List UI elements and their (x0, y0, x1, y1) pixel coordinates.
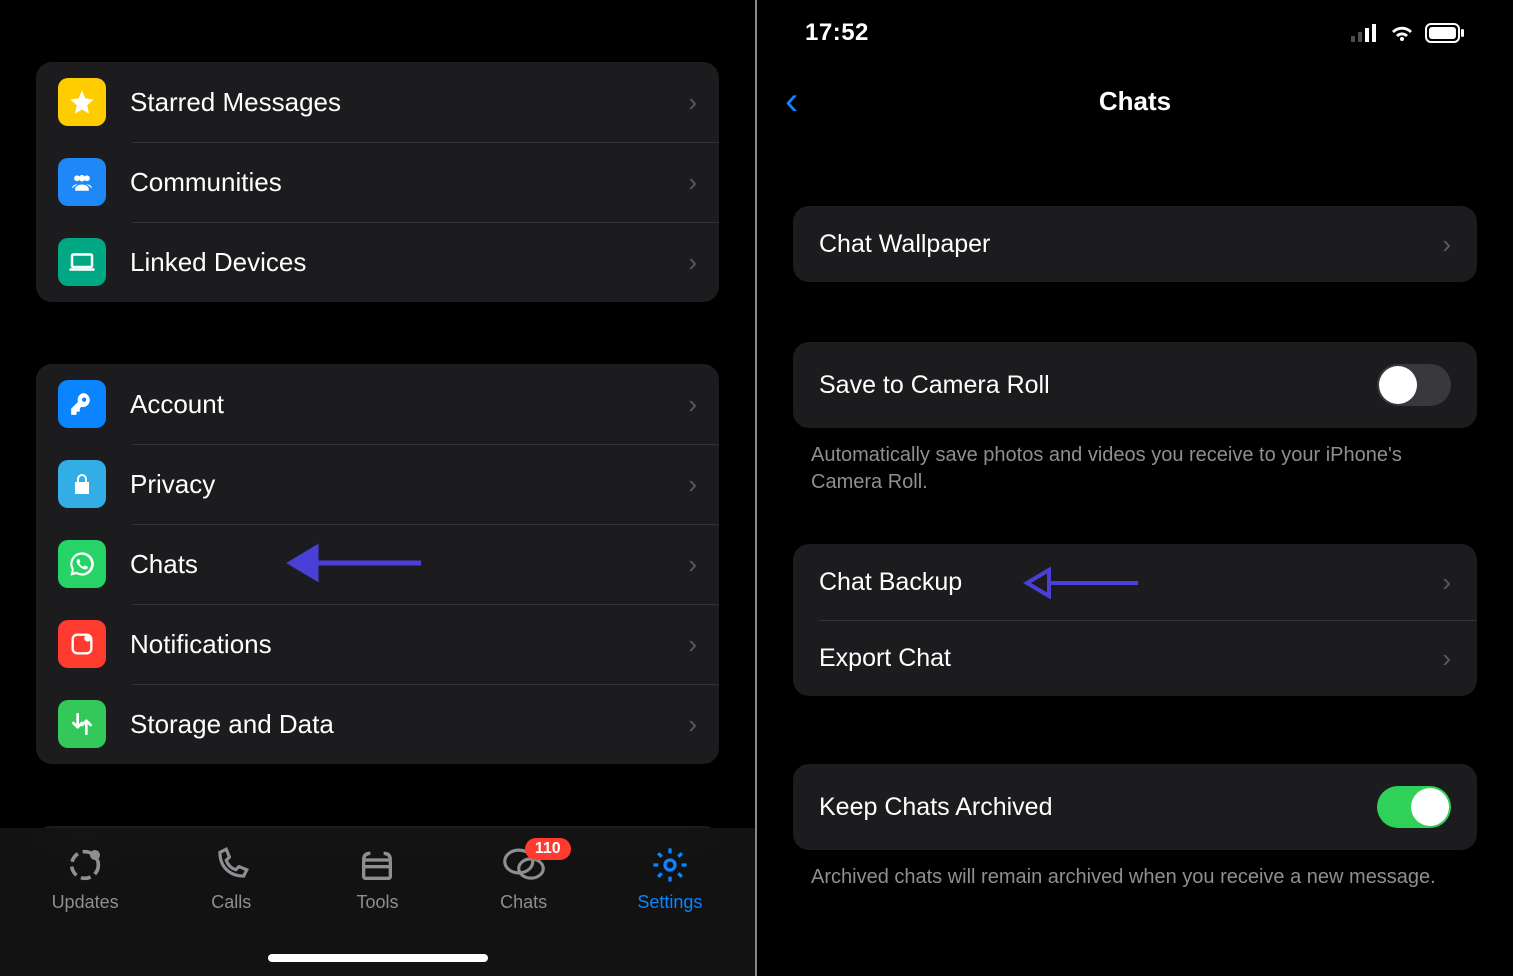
row-label: Save to Camera Roll (819, 371, 1050, 400)
chevron-right-icon: › (688, 709, 697, 740)
row-label: Export Chat (819, 644, 951, 673)
toggle-keep-archived[interactable] (1377, 786, 1451, 828)
chevron-right-icon: › (1442, 643, 1451, 674)
key-icon (58, 380, 106, 428)
toggle-save-camera-roll[interactable] (1377, 364, 1451, 406)
tab-label: Calls (211, 892, 251, 913)
row-label: Notifications (130, 629, 688, 660)
row-label: Communities (130, 167, 688, 198)
row-keep-archived[interactable]: Keep Chats Archived (793, 764, 1477, 850)
chevron-right-icon: › (1442, 567, 1451, 598)
tab-tools[interactable]: Tools (312, 844, 442, 913)
chats-group-wallpaper: Chat Wallpaper › (793, 206, 1477, 282)
tab-bar: Updates Calls Tools 110 Chats Settings (0, 828, 755, 976)
row-label: Chat Wallpaper (819, 230, 990, 259)
chevron-right-icon: › (688, 469, 697, 500)
laptop-icon (58, 238, 106, 286)
row-linked-devices[interactable]: Linked Devices › (36, 222, 719, 302)
row-chats[interactable]: Chats › (36, 524, 719, 604)
nav-bar: ‹ Chats (757, 66, 1513, 136)
updates-icon (64, 844, 106, 886)
footer-camera-roll: Automatically save photos and videos you… (811, 442, 1459, 496)
home-indicator[interactable] (268, 954, 488, 962)
chats-group-backup: Chat Backup › Export Chat › (793, 544, 1477, 696)
chevron-right-icon: › (1442, 229, 1451, 260)
chats-settings-screen: 17:52 ‹ Chats Chat Wallpaper › Save to C… (757, 0, 1513, 976)
tab-label: Tools (356, 892, 398, 913)
tab-label: Settings (637, 892, 702, 913)
wifi-icon (1389, 23, 1415, 43)
settings-group-1: Starred Messages › Communities › Linked … (36, 62, 719, 302)
status-time: 17:52 (805, 19, 869, 47)
chats-group-archive: Keep Chats Archived (793, 764, 1477, 850)
lock-icon (58, 460, 106, 508)
tab-label: Updates (52, 892, 119, 913)
tab-updates[interactable]: Updates (20, 844, 150, 913)
row-label: Account (130, 389, 688, 420)
row-export-chat[interactable]: Export Chat › (793, 620, 1477, 696)
row-save-camera-roll[interactable]: Save to Camera Roll (793, 342, 1477, 428)
chevron-right-icon: › (688, 629, 697, 660)
row-notifications[interactable]: Notifications › (36, 604, 719, 684)
annotation-arrow (1023, 564, 1143, 602)
chevron-right-icon: › (688, 247, 697, 278)
row-communities[interactable]: Communities › (36, 142, 719, 222)
row-label: Linked Devices (130, 247, 688, 278)
chevron-right-icon: › (688, 167, 697, 198)
star-icon (58, 78, 106, 126)
row-chat-wallpaper[interactable]: Chat Wallpaper › (793, 206, 1477, 282)
cellular-icon (1351, 24, 1379, 42)
settings-screen: Starred Messages › Communities › Linked … (0, 0, 757, 976)
row-storage[interactable]: Storage and Data › (36, 684, 719, 764)
row-label: Chat Backup (819, 568, 962, 597)
row-chat-backup[interactable]: Chat Backup › (793, 544, 1477, 620)
tab-label: Chats (500, 892, 547, 913)
chevron-right-icon: › (688, 549, 697, 580)
footer-archive: Archived chats will remain archived when… (811, 864, 1459, 891)
tab-settings[interactable]: Settings (605, 844, 735, 913)
settings-group-2: Account › Privacy › Chats › Notification… (36, 364, 719, 764)
row-privacy[interactable]: Privacy › (36, 444, 719, 524)
whatsapp-icon (58, 540, 106, 588)
communities-icon (58, 158, 106, 206)
row-starred-messages[interactable]: Starred Messages › (36, 62, 719, 142)
badge: 110 (525, 838, 571, 860)
storage-icon (58, 700, 106, 748)
chats-group-camera: Save to Camera Roll (793, 342, 1477, 428)
settings-icon (649, 844, 691, 886)
row-label: Privacy (130, 469, 688, 500)
status-bar: 17:52 (757, 0, 1513, 66)
tab-chats[interactable]: 110 Chats (459, 844, 589, 913)
calls-icon (210, 844, 252, 886)
row-label: Storage and Data (130, 709, 688, 740)
row-label: Chats (130, 549, 688, 580)
chevron-right-icon: › (688, 87, 697, 118)
chevron-right-icon: › (688, 389, 697, 420)
battery-icon (1425, 23, 1465, 43)
nav-title: Chats (1099, 86, 1171, 117)
status-icons (1351, 23, 1465, 43)
row-label: Keep Chats Archived (819, 793, 1052, 822)
row-account[interactable]: Account › (36, 364, 719, 444)
back-button[interactable]: ‹ (785, 79, 798, 124)
tab-calls[interactable]: Calls (166, 844, 296, 913)
notification-icon (58, 620, 106, 668)
tools-icon (356, 844, 398, 886)
row-label: Starred Messages (130, 87, 688, 118)
